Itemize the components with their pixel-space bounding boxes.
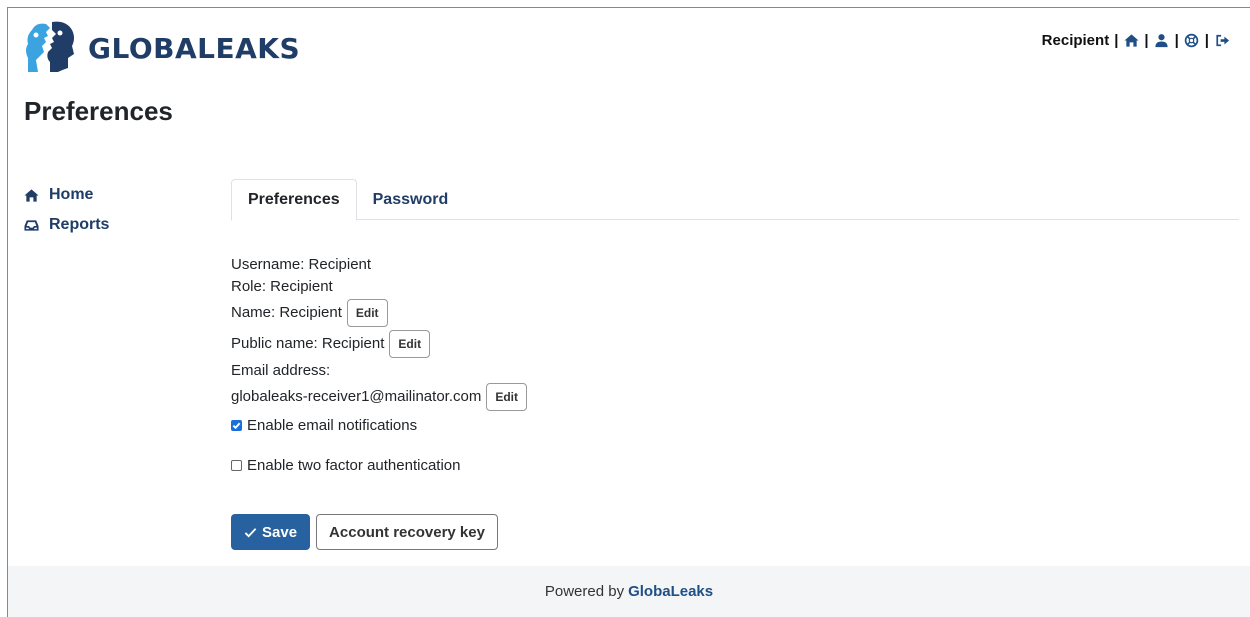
email-notifications-label: Enable email notifications: [247, 416, 418, 434]
sidebar-item-label: Reports: [49, 216, 110, 233]
email-notifications-option[interactable]: Enable email notifications: [231, 414, 527, 436]
app-window: [7, 7, 1250, 617]
edit-public-name-button[interactable]: Edit: [389, 329, 431, 358]
tab-preferences[interactable]: Preferences: [231, 179, 357, 221]
form-actions: Save Account recovery key: [231, 514, 498, 550]
two-factor-checkbox[interactable]: [231, 459, 242, 471]
username-text: Username: Recipient: [231, 255, 372, 273]
name-text: Name: Recipient: [231, 304, 342, 321]
preferences-tabs: Preferences Password: [231, 179, 1239, 221]
footer: Powered by GlobaLeaks: [8, 566, 1250, 617]
email-value: globaleaks-receiver1@mailinator.com: [231, 388, 482, 405]
nav-separator: |: [1174, 32, 1179, 49]
page-title: Preferences: [24, 96, 173, 126]
user-role-label: Recipient: [1041, 32, 1110, 49]
email-label-row: Email address:: [231, 359, 527, 381]
sidebar-item-home[interactable]: Home: [24, 180, 109, 210]
save-button-label: Save: [262, 523, 298, 541]
user-nav: Recipient | | | |: [1042, 32, 1230, 49]
edit-name-button[interactable]: Edit: [346, 298, 388, 327]
logout-icon[interactable]: [1214, 33, 1230, 49]
email-label: Email address:: [231, 361, 331, 379]
footer-brand-link[interactable]: GlobaLeaks: [628, 583, 713, 600]
edit-email-button[interactable]: Edit: [486, 382, 528, 411]
save-button[interactable]: Save: [231, 514, 311, 550]
username-row: Username: Recipient: [231, 253, 527, 275]
lifebuoy-icon[interactable]: [1184, 33, 1200, 49]
nav-separator: |: [1114, 32, 1119, 49]
public-name-row: Public name: Recipient Edit: [231, 328, 527, 359]
globaleaks-logo-icon: [26, 21, 74, 73]
sidebar: Home Reports: [24, 180, 109, 240]
logo[interactable]: GLOBALEAKS: [22, 18, 300, 78]
inbox-icon: [24, 219, 39, 231]
role-row: Role: Recipient: [231, 275, 527, 297]
user-icon[interactable]: [1154, 33, 1170, 49]
sidebar-item-reports[interactable]: Reports: [24, 210, 109, 240]
sidebar-item-label: Home: [49, 186, 94, 203]
logo-text: GLOBALEAKS: [88, 31, 301, 65]
two-factor-option[interactable]: Enable two factor authentication: [231, 454, 527, 476]
home-icon[interactable]: [1123, 33, 1139, 49]
account-recovery-key-button[interactable]: Account recovery key: [316, 514, 498, 550]
preferences-panel: Username: Recipient Role: Recipient Name…: [231, 253, 528, 476]
role-text: Role: Recipient: [231, 277, 333, 295]
name-row: Name: Recipient Edit: [231, 297, 527, 328]
nav-separator: |: [1144, 32, 1149, 49]
two-factor-label: Enable two factor authentication: [247, 456, 461, 474]
email-row: globaleaks-receiver1@mailinator.com Edit: [231, 381, 528, 412]
footer-prefix: Powered by: [544, 583, 625, 600]
check-icon: [244, 527, 257, 538]
nav-separator: |: [1204, 32, 1209, 49]
email-notifications-checkbox[interactable]: [231, 419, 242, 431]
tab-password[interactable]: Password: [357, 179, 465, 220]
home-icon: [24, 188, 39, 202]
public-name-text: Public name: Recipient: [231, 335, 385, 352]
